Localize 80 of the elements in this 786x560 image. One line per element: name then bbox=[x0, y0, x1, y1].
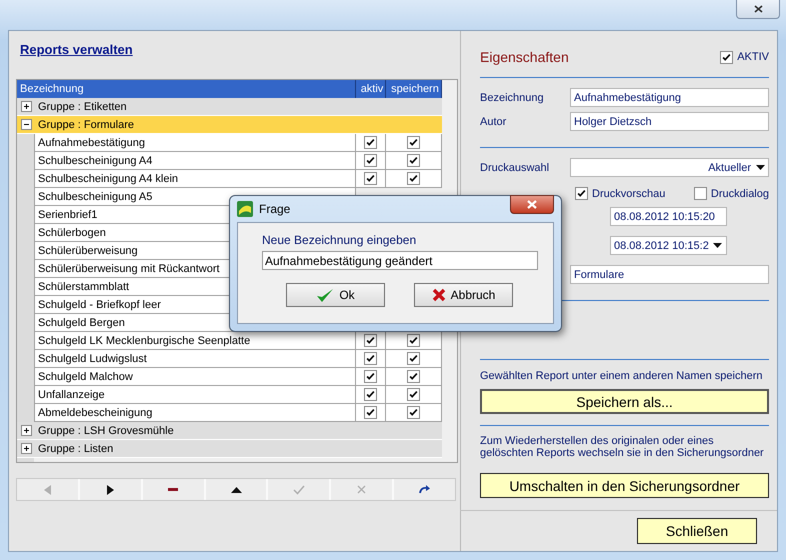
ok-button[interactable]: Ok bbox=[286, 283, 385, 307]
table-cell[interactable]: Schulgeld Ludwigslust bbox=[34, 350, 356, 368]
close-icon bbox=[527, 200, 537, 209]
group-label: Gruppe : Etiketten bbox=[38, 100, 127, 112]
minus-icon bbox=[168, 488, 178, 491]
group-row[interactable]: Gruppe : LSH Grovesmühle bbox=[17, 422, 442, 440]
up-arrow-icon bbox=[230, 486, 242, 492]
checkbox[interactable] bbox=[575, 187, 588, 200]
field-label: Bezeichnung bbox=[480, 92, 545, 104]
left-arrow-icon bbox=[44, 484, 51, 494]
table-cell[interactable]: Schulbescheinigung A4 bbox=[34, 152, 356, 170]
checkbox[interactable] bbox=[407, 172, 420, 185]
checkbox[interactable] bbox=[364, 136, 377, 149]
section-title: Eigenschaften bbox=[480, 49, 569, 65]
table-cell[interactable]: Abmeldebescheinigung bbox=[34, 404, 356, 422]
date-dropdown[interactable]: 08.08.2012 10:15:2 bbox=[610, 236, 727, 255]
hint-text: Gewählten Report unter einem anderen Namen speichern bbox=[480, 370, 764, 382]
group-label: Gruppe : LSH Grovesmühle bbox=[38, 424, 174, 436]
table-cell[interactable]: Unfallanzeige bbox=[34, 386, 356, 404]
check-icon bbox=[292, 484, 305, 494]
toolbar-button[interactable] bbox=[142, 479, 204, 500]
dropdown-arrow-icon bbox=[756, 165, 765, 170]
group-label: Gruppe : Listen bbox=[38, 442, 114, 454]
input-field[interactable]: Formulare bbox=[570, 265, 769, 284]
checkbox[interactable] bbox=[364, 172, 377, 185]
input-field[interactable]: Aufnahmebestätigung bbox=[570, 88, 769, 107]
close-icon bbox=[357, 485, 366, 494]
plus-icon[interactable] bbox=[21, 101, 32, 112]
close-button[interactable] bbox=[736, 0, 780, 19]
switch-folder-button[interactable]: Umschalten in den Sicherungsordner bbox=[480, 473, 769, 498]
dropdown[interactable]: Aktueller bbox=[570, 158, 769, 177]
panel-title[interactable]: Reports verwalten bbox=[20, 42, 133, 60]
checkbox[interactable] bbox=[407, 334, 420, 347]
table-cell[interactable]: Schulbescheinigung A4 klein bbox=[34, 170, 356, 188]
checkbox[interactable] bbox=[407, 352, 420, 365]
checkbox[interactable] bbox=[407, 370, 420, 383]
cross-icon bbox=[432, 288, 446, 302]
checkbox[interactable] bbox=[364, 388, 377, 401]
checkbox[interactable] bbox=[364, 370, 377, 383]
checkbox[interactable] bbox=[720, 50, 734, 64]
group-label: Gruppe : Formulare bbox=[38, 118, 134, 130]
checkbox[interactable] bbox=[364, 352, 377, 365]
checkbox-label: Druckvorschau bbox=[592, 188, 666, 200]
checkbox[interactable] bbox=[407, 154, 420, 167]
toolbar-button[interactable] bbox=[206, 479, 266, 500]
checkbox[interactable] bbox=[694, 187, 707, 200]
save-as-button[interactable]: Speichern als... bbox=[480, 389, 769, 414]
cancel-button[interactable]: Abbruch bbox=[414, 283, 513, 307]
toolbar-button[interactable] bbox=[80, 479, 141, 500]
checkbox-label: Druckdialog bbox=[710, 188, 769, 200]
check-icon bbox=[316, 288, 334, 302]
plus-icon[interactable] bbox=[21, 425, 32, 436]
redo-icon bbox=[418, 485, 431, 494]
group-row[interactable]: Gruppe : Formulare bbox=[17, 116, 442, 134]
hint-text: Zum Wiederherstellen des originalen oder eines gelöschten Reports wechseln sie in den Sicherungsordner bbox=[480, 435, 765, 459]
checkbox-label: AKTIV bbox=[737, 51, 769, 63]
checkbox[interactable] bbox=[364, 154, 377, 167]
checkbox[interactable] bbox=[364, 406, 377, 419]
table-cell[interactable]: Aufnahmebestätigung bbox=[34, 134, 356, 152]
checkbox[interactable] bbox=[407, 388, 420, 401]
minus-icon[interactable] bbox=[21, 119, 32, 130]
dropdown-arrow-icon bbox=[712, 243, 722, 248]
table-cell[interactable]: Schulgeld LK Mecklenburgische Seenplatte bbox=[34, 332, 356, 350]
close-icon bbox=[754, 5, 762, 13]
group-row[interactable]: Gruppe : Listen bbox=[17, 440, 442, 458]
right-arrow-icon bbox=[106, 484, 114, 494]
table-cell[interactable]: Schulgeld Malchow bbox=[34, 368, 356, 386]
close-button[interactable]: Schließen bbox=[637, 518, 757, 544]
app-icon bbox=[237, 201, 253, 217]
checkbox[interactable] bbox=[407, 136, 420, 149]
checkbox[interactable] bbox=[407, 406, 420, 419]
input-field[interactable]: Aufnahmebestätigung geändert bbox=[262, 251, 538, 270]
field-label: Autor bbox=[480, 116, 508, 128]
input-field[interactable]: Holger Dietzsch bbox=[570, 112, 769, 131]
plus-icon[interactable] bbox=[21, 443, 32, 454]
checkbox[interactable] bbox=[364, 334, 377, 347]
group-row[interactable]: Gruppe : Etiketten bbox=[17, 98, 442, 116]
field-label: Druckauswahl bbox=[480, 162, 550, 174]
close-button[interactable] bbox=[510, 195, 554, 214]
date-field[interactable]: 08.08.2012 10:15:20 bbox=[610, 207, 727, 226]
